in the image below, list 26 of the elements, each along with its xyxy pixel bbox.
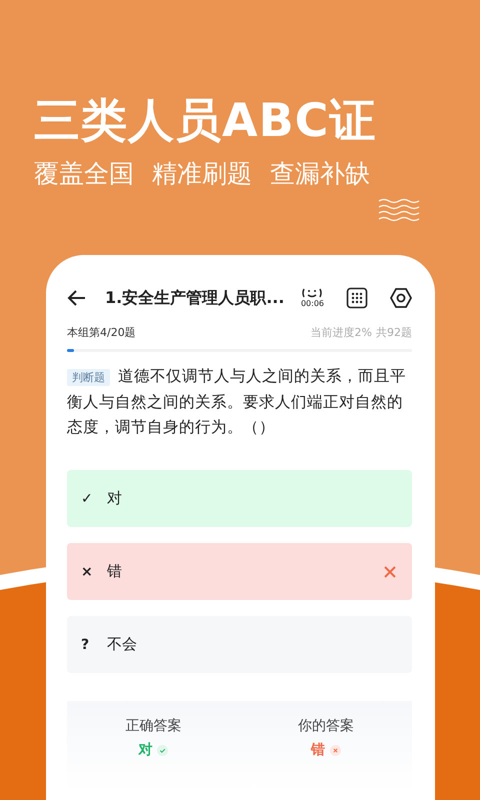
quiz-title: 1.安全生产管理人员职... [105,288,286,308]
total-count: 共92题 [376,325,412,340]
answer-option[interactable]: ? 不会 [67,616,412,673]
percent-text: 当前进度2% [310,325,372,340]
grid-icon[interactable] [346,287,368,309]
tagline-text: 查漏补缺 [270,158,370,190]
tagline-text: 精准刷题 [152,158,252,190]
headline: 三类人员ABC证 [34,92,376,148]
cross-icon [330,744,341,756]
summary-value: 对 [138,741,152,759]
group-counter: 本组第4/20题 [67,325,137,340]
tagline-text: 覆盖全国 [34,158,134,190]
check-icon [157,744,168,756]
wave-icon [378,198,420,222]
settings-icon[interactable] [390,287,412,309]
close-icon [384,566,396,578]
question-type-tag: 判断题 [67,369,110,386]
answer-option[interactable]: ✓ 对 [67,470,412,527]
timer-text: 00:06 [300,299,324,309]
face-icon [301,287,324,299]
summary-label: 正确答案 [125,717,182,735]
summary-label: 你的答案 [298,717,354,735]
summary-value: 错 [310,741,325,759]
answer-option[interactable]: × 错 [67,543,412,600]
back-icon[interactable] [67,288,87,308]
question-text: 判断题 道德不仅调节人与人之间的关系，而且平衡人与自然之间的关系。要求人们端正对自然的态度，调节自身的行为。（） [67,366,407,438]
